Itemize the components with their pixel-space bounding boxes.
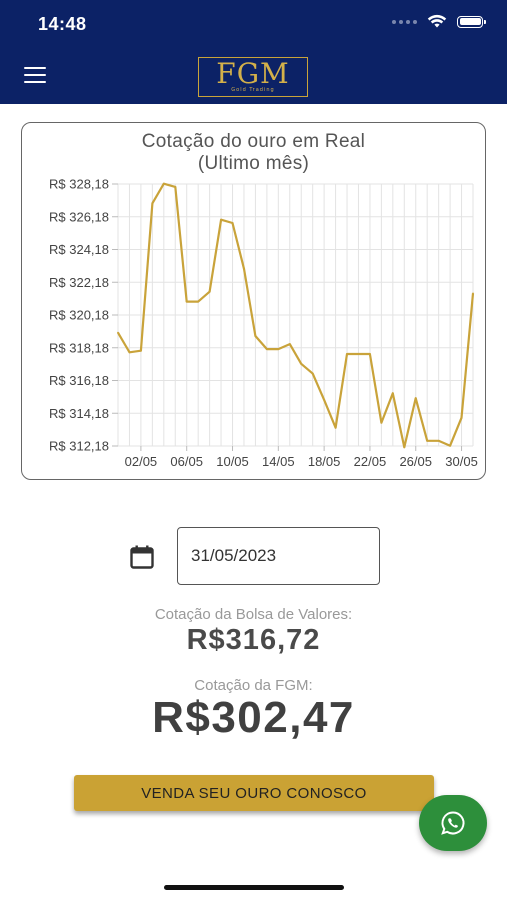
battery-icon: [457, 15, 486, 28]
chart-data-point: [369, 353, 371, 355]
fgm-logo: FGM Gold Trading: [198, 57, 308, 97]
chart-data-point: [380, 421, 383, 424]
chart-data-point: [277, 348, 280, 350]
chart-x-tick-label: 02/05: [125, 454, 158, 469]
chart-data-point: [117, 331, 119, 334]
signal-icon: [392, 19, 417, 24]
chart-data-point: [414, 397, 417, 400]
fgm-quote-value: R$302,47: [152, 693, 355, 742]
chart-data-point: [472, 292, 474, 295]
calendar-icon[interactable]: [130, 545, 154, 569]
fgm-quote-label: Cotação da FGM:: [194, 677, 313, 694]
sell-gold-button[interactable]: VENDA SEU OURO CONOSCO: [74, 775, 434, 811]
chart-y-tick-label: R$ 316,18: [49, 373, 109, 388]
chart-data-point: [185, 300, 188, 303]
chart-x-tick-label: 10/05: [216, 454, 249, 469]
chart-x-tick-label: 30/05: [445, 454, 478, 469]
chart-data-point: [265, 348, 268, 350]
chart-data-point: [174, 186, 177, 188]
chart-data-point: [162, 182, 165, 185]
chart-data-point: [128, 351, 131, 354]
chart-data-point: [288, 343, 291, 346]
date-input[interactable]: [177, 527, 380, 585]
chart-y-tick-label: R$ 318,18: [49, 340, 109, 355]
chart-data-point: [197, 300, 200, 303]
chart-y-tick-label: R$ 326,18: [49, 209, 109, 224]
hamburger-menu-icon[interactable]: [24, 67, 46, 85]
chart-x-tick-label: 26/05: [399, 454, 432, 469]
chart-data-point: [323, 398, 326, 401]
gold-price-chart: R$ 328,18 R$ 326,18 R$ 324,18 R$ 322,18 R$ 3…: [49, 177, 478, 470]
chart-data-point: [220, 218, 222, 221]
whatsapp-icon: [441, 811, 465, 835]
chart-data-point: [391, 392, 394, 395]
chart-data-point: [426, 439, 429, 442]
chart-y-tick-label: R$ 328,18: [49, 177, 109, 192]
chart-x-tick-label: 14/05: [262, 454, 295, 469]
chart-y-tick-label: R$ 324,18: [49, 242, 109, 257]
chart-y-tick-label: R$ 322,18: [49, 275, 109, 290]
chart-data-point: [254, 335, 257, 337]
chart-x-tick-label: 06/05: [170, 454, 203, 469]
app-header: 14:48 FGM Gold Trading: [0, 0, 507, 104]
chart-data-point: [334, 426, 337, 429]
chart-data-point: [208, 290, 211, 293]
chart-y-tick-label: R$ 312,18: [49, 439, 109, 454]
whatsapp-button[interactable]: [419, 795, 487, 851]
chart-data-point: [151, 202, 154, 205]
chart-data-point: [437, 439, 440, 442]
stock-exchange-label: Cotação da Bolsa de Valores:: [154, 606, 353, 623]
chart-data-point: [346, 353, 348, 355]
chart-data-point: [140, 349, 142, 352]
chart-data-point: [231, 222, 234, 224]
chart-data-point: [460, 416, 463, 419]
logo-subtitle: Gold Trading: [231, 87, 275, 93]
status-time: 14:48: [38, 14, 87, 34]
chart-x-tick-label: 22/05: [354, 454, 387, 469]
stock-exchange-value: R$316,72: [186, 624, 321, 656]
chart-data-point: [449, 444, 451, 447]
chart-x-tick-label: 18/05: [308, 454, 341, 469]
chart-data-point: [243, 267, 245, 270]
home-indicator: [164, 885, 344, 890]
chart-y-tick-label: R$ 320,18: [49, 308, 109, 323]
logo-text: FGM: [216, 57, 290, 90]
chart-data-point: [311, 372, 314, 375]
status-icons: [392, 14, 486, 29]
wifi-icon: [427, 14, 447, 28]
chart-data-point: [300, 362, 303, 365]
chart-y-tick-label: R$ 314,18: [49, 406, 109, 421]
chart-data-point: [357, 353, 360, 355]
chart-data-point: [403, 446, 406, 449]
